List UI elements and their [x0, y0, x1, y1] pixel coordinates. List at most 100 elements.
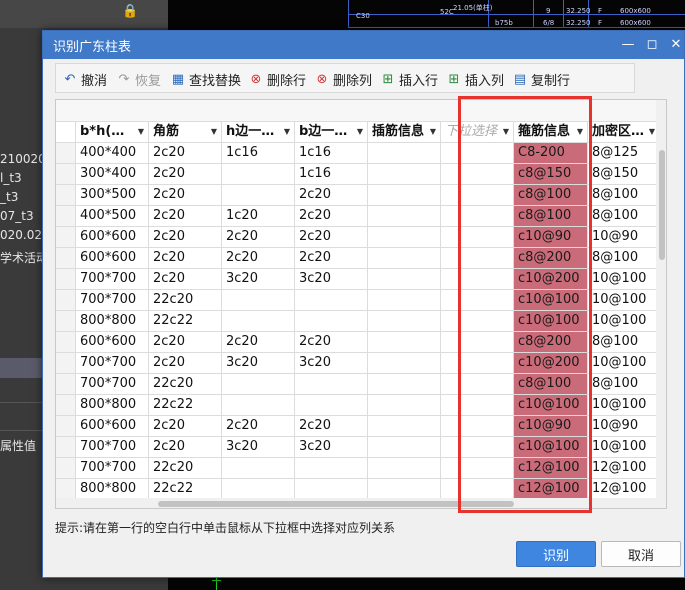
table-cell[interactable]: 10@90 [588, 227, 660, 248]
delete-column-button[interactable]: ⊗ 删除列 [314, 68, 372, 90]
table-cell[interactable]: 1c16 [222, 143, 295, 164]
table-cell[interactable] [441, 269, 514, 290]
table-cell[interactable]: 700*700 [76, 374, 149, 395]
table-cell[interactable] [441, 248, 514, 269]
column-header[interactable]: 箍筋信息 ▼ [514, 122, 588, 143]
table-cell[interactable]: 400*400 [76, 143, 149, 164]
table-cell[interactable] [295, 395, 368, 416]
table-cell[interactable]: 2c20 [149, 185, 222, 206]
row-header[interactable] [56, 416, 76, 437]
column-header[interactable]: 插筋信息 ▼ [368, 122, 441, 143]
table-cell[interactable]: 22c20 [149, 290, 222, 311]
row-header[interactable] [56, 248, 76, 269]
table-row[interactable]: 300*4002c201c16c8@1508@150c [56, 164, 666, 185]
redo-button[interactable]: ↷ 恢复 [116, 68, 161, 90]
table-cell[interactable]: 300*400 [76, 164, 149, 185]
table-row[interactable]: 800*80022c22c10@10010@100c [56, 311, 666, 332]
row-header[interactable] [56, 269, 76, 290]
table-cell[interactable] [222, 395, 295, 416]
minimize-icon[interactable]: — [617, 35, 639, 55]
table-cell[interactable] [368, 353, 441, 374]
table-cell[interactable] [368, 248, 441, 269]
table-row[interactable]: 700*70022c20c10@10010@100c [56, 290, 666, 311]
column-header[interactable]: b边一… ▼ [295, 122, 368, 143]
row-header[interactable] [56, 206, 76, 227]
table-cell[interactable]: c10@100 [514, 311, 588, 332]
table-cell[interactable] [441, 227, 514, 248]
table-cell[interactable]: 22c22 [149, 311, 222, 332]
table-cell[interactable]: 10@100 [588, 290, 660, 311]
table-cell[interactable]: c10@200 [514, 269, 588, 290]
column-header[interactable]: 下拉选择 ▼ [441, 122, 514, 143]
table-row[interactable]: 700*7002c203c203c20c10@20010@100c [56, 269, 666, 290]
table-cell[interactable] [295, 290, 368, 311]
table-row[interactable]: 300*5002c202c20c8@1008@100c [56, 185, 666, 206]
insert-column-button[interactable]: ⊞ 插入列 [446, 68, 504, 90]
table-cell[interactable]: 2c20 [222, 248, 295, 269]
table-cell[interactable]: 2c20 [149, 227, 222, 248]
table-cell[interactable] [368, 290, 441, 311]
row-header[interactable] [56, 458, 76, 479]
table-cell[interactable] [295, 458, 368, 479]
table-cell[interactable]: 700*700 [76, 353, 149, 374]
table-cell[interactable]: 8@100 [588, 185, 660, 206]
insert-row-button[interactable]: ⊞ 插入行 [380, 68, 438, 90]
table-cell[interactable]: c8@100 [514, 206, 588, 227]
table-cell[interactable] [368, 395, 441, 416]
table-cell[interactable]: 600*600 [76, 248, 149, 269]
table-cell[interactable] [368, 227, 441, 248]
table-cell[interactable]: C8-200 [514, 143, 588, 164]
table-cell[interactable]: 2c20 [149, 416, 222, 437]
undo-button[interactable]: ↶ 撤消 [62, 68, 107, 90]
column-header[interactable]: 角筋 ▼ [149, 122, 222, 143]
table-cell[interactable]: 22c20 [149, 374, 222, 395]
row-header[interactable] [56, 122, 76, 143]
table-cell[interactable]: 10@100 [588, 311, 660, 332]
table-cell[interactable]: 2c20 [295, 332, 368, 353]
table-cell[interactable] [441, 437, 514, 458]
table-row[interactable]: 800*80022c22c10@10010@100c [56, 395, 666, 416]
table-cell[interactable]: 600*600 [76, 227, 149, 248]
table-cell[interactable] [222, 479, 295, 500]
table-cell[interactable] [441, 185, 514, 206]
table-cell[interactable]: 2c20 [149, 353, 222, 374]
row-header[interactable] [56, 143, 76, 164]
table-cell[interactable]: c8@150 [514, 164, 588, 185]
table-cell[interactable] [368, 269, 441, 290]
table-cell[interactable] [368, 374, 441, 395]
dropdown-arrow-icon[interactable]: ▼ [503, 122, 509, 142]
table-cell[interactable]: c12@100 [514, 479, 588, 500]
table-cell[interactable] [441, 143, 514, 164]
background-list-item[interactable]: l_t3 [0, 169, 42, 188]
table-cell[interactable] [441, 479, 514, 500]
close-icon[interactable]: ✕ [665, 35, 685, 55]
table-cell[interactable]: 700*700 [76, 437, 149, 458]
table-cell[interactable] [368, 479, 441, 500]
table-cell[interactable]: 2c20 [222, 227, 295, 248]
table-row[interactable]: 600*6002c202c202c20c10@9010@90c [56, 416, 666, 437]
table-cell[interactable]: 800*800 [76, 479, 149, 500]
table-cell[interactable]: 1c16 [295, 143, 368, 164]
dropdown-arrow-icon[interactable]: ▼ [357, 122, 363, 142]
row-header[interactable] [56, 227, 76, 248]
table-cell[interactable]: 8@150 [588, 164, 660, 185]
row-header[interactable] [56, 353, 76, 374]
table-cell[interactable]: 2c20 [295, 248, 368, 269]
table-cell[interactable]: c8@200 [514, 332, 588, 353]
table-cell[interactable] [368, 332, 441, 353]
background-list-item[interactable]: 020.0207 [0, 226, 42, 245]
table-cell[interactable] [222, 185, 295, 206]
table-cell[interactable] [295, 479, 368, 500]
row-header[interactable] [56, 437, 76, 458]
table-cell[interactable]: 8@100 [588, 206, 660, 227]
table-row[interactable]: 400*5002c201c202c20c8@1008@100c [56, 206, 666, 227]
table-cell[interactable]: 2c20 [149, 269, 222, 290]
delete-row-button[interactable]: ⊗ 删除行 [248, 68, 306, 90]
table-cell[interactable] [441, 416, 514, 437]
lock-icon[interactable]: 🔒 [122, 4, 138, 20]
table-cell[interactable] [368, 416, 441, 437]
table-cell[interactable]: 700*700 [76, 458, 149, 479]
maximize-icon[interactable]: ◻ [641, 35, 663, 55]
table-row[interactable]: 600*6002c202c202c20c10@9010@90c [56, 227, 666, 248]
column-table-grid[interactable]: b*h(…▼角筋▼h边一…▼b边一…▼插筋信息▼下拉选择▼箍筋信息▼加密区…▼节… [55, 99, 667, 509]
